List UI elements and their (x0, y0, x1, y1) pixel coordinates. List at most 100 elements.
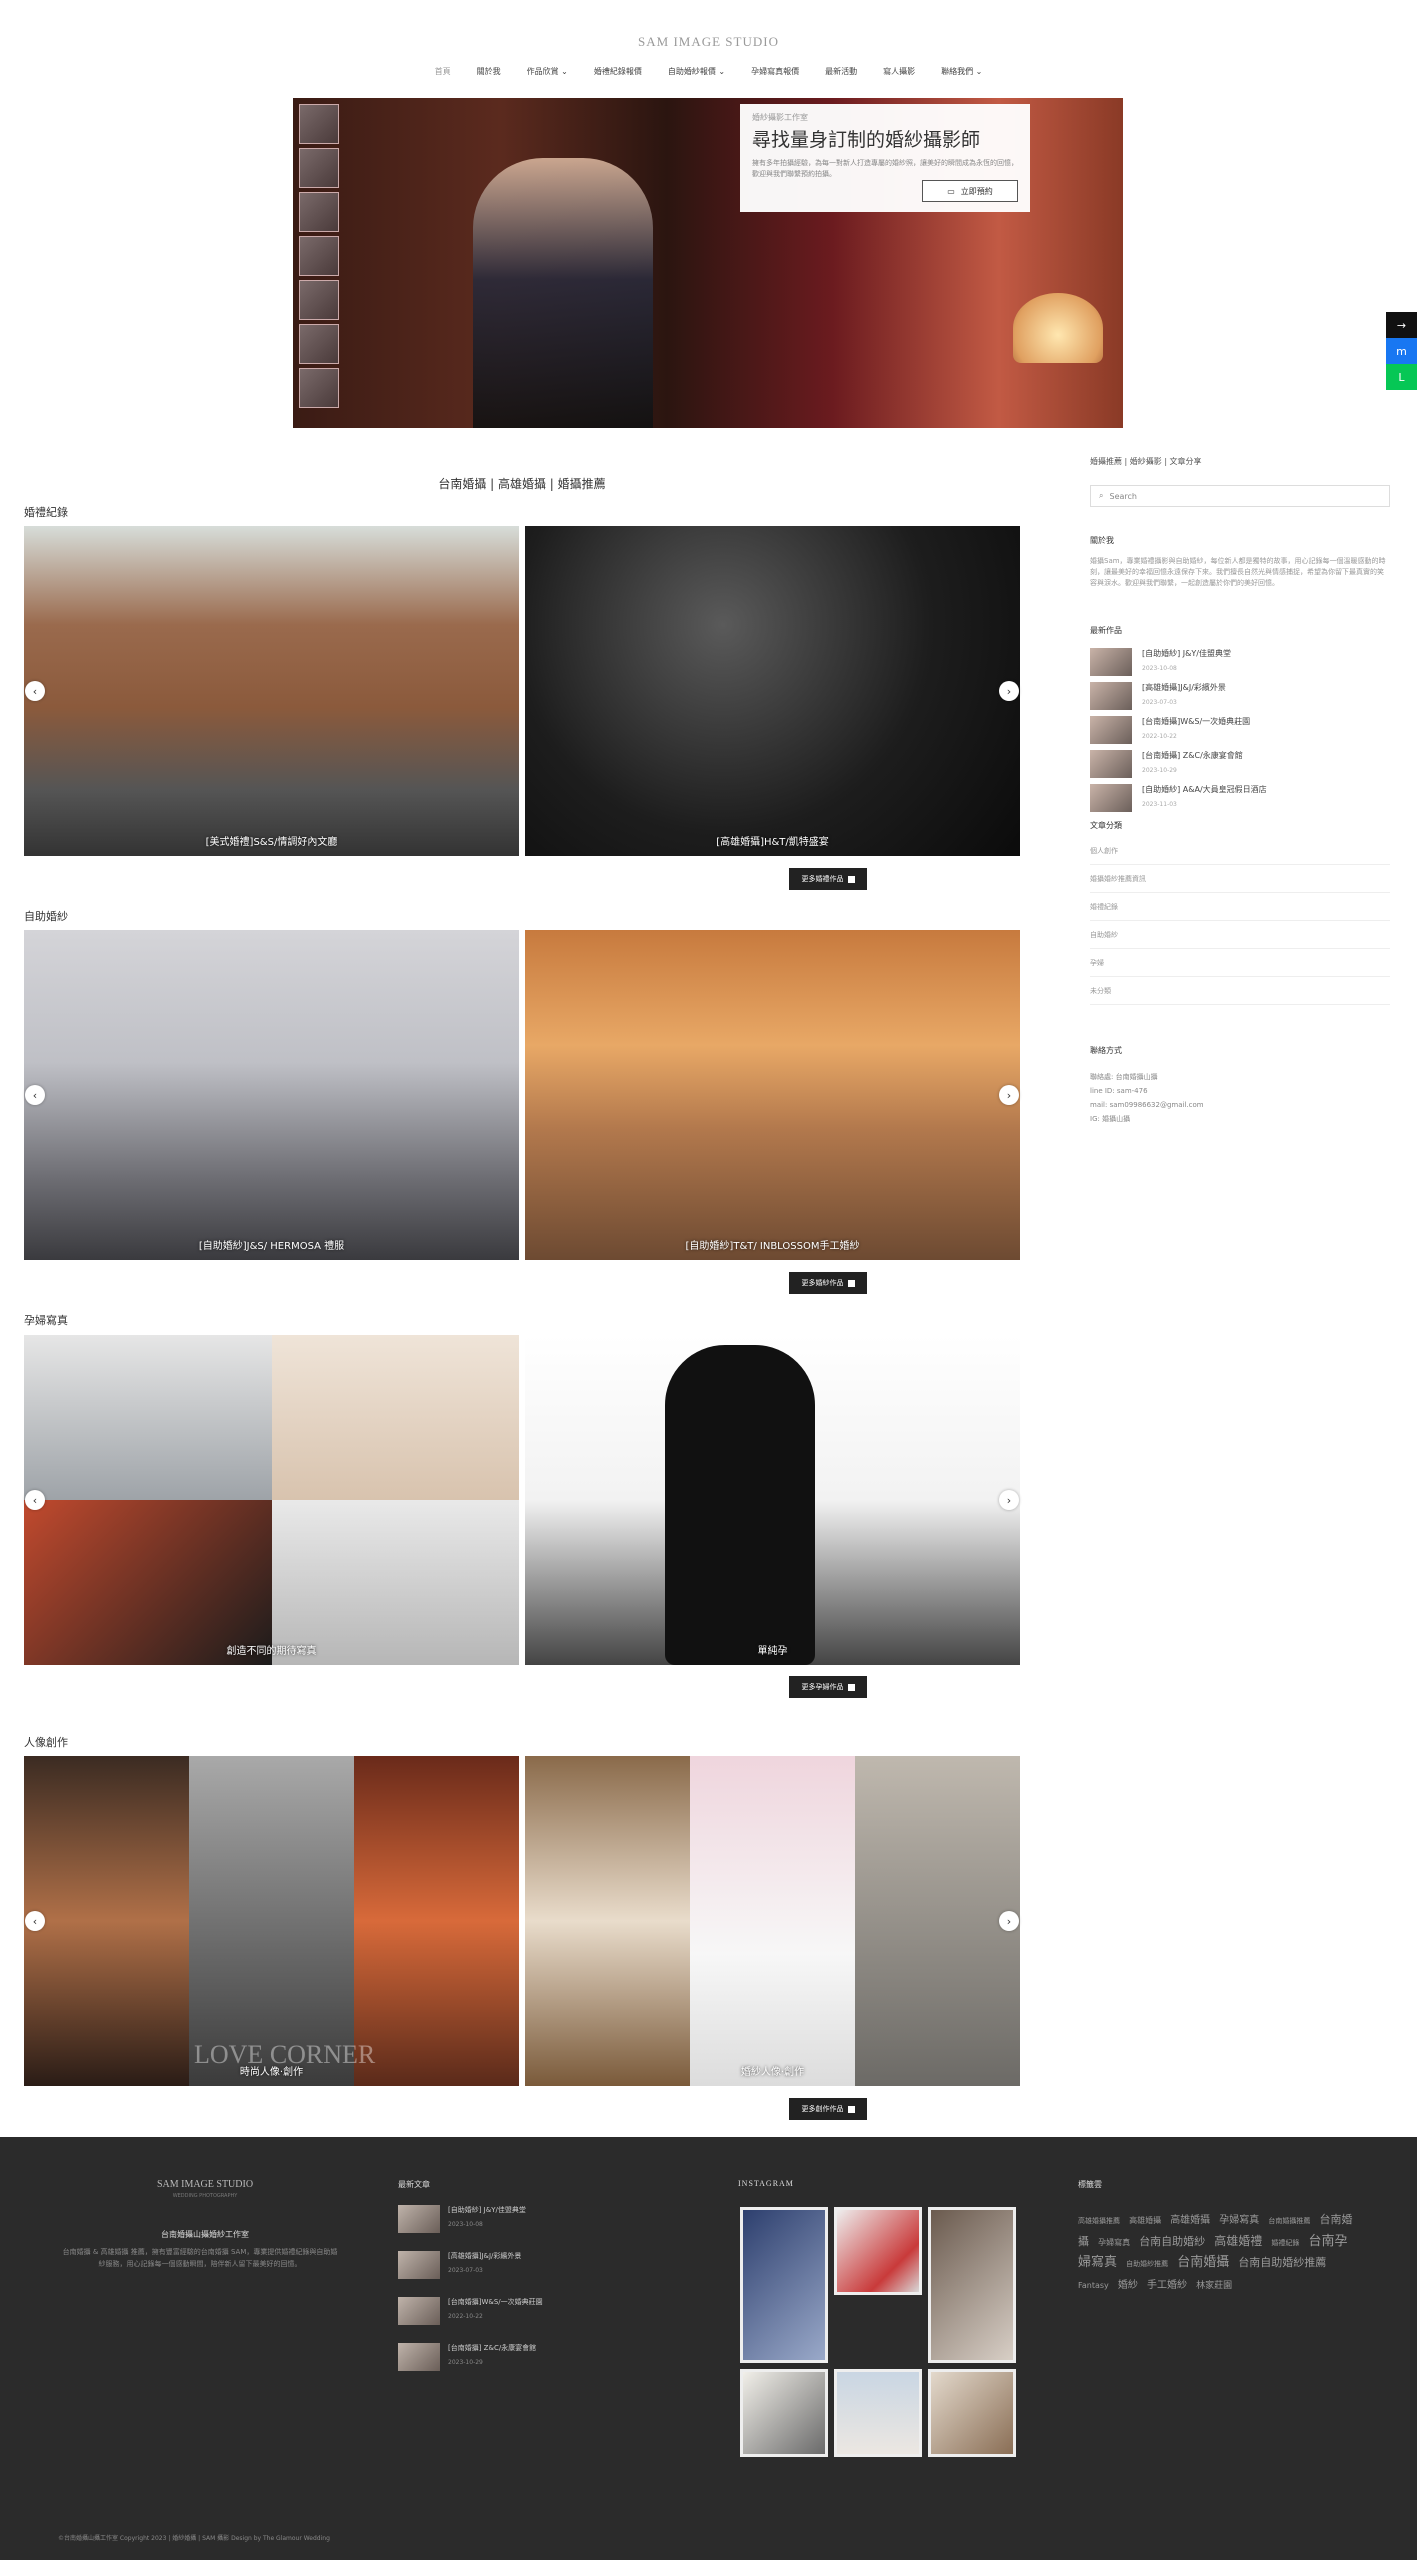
category-link[interactable]: 婚攝婚紗推薦資訊 (1090, 865, 1390, 893)
post-thumbnail (1090, 647, 1132, 676)
tag-link[interactable]: 高雄婚禮 (1214, 2234, 1262, 2248)
instagram-photo[interactable] (740, 2207, 828, 2363)
tag-link[interactable]: 台南婚攝推薦 (1268, 2217, 1310, 2225)
instagram-photo[interactable] (928, 2207, 1016, 2363)
nav-item-wedding-price[interactable]: 婚禮紀錄報價 (594, 66, 642, 77)
nav-item-about[interactable]: 關於我 (477, 66, 501, 77)
search-input[interactable]: ⌕ Search (1090, 485, 1390, 507)
tag-link[interactable]: 林家莊園 (1196, 2281, 1232, 2291)
instagram-photo[interactable] (740, 2369, 828, 2457)
search-placeholder: Search (1109, 491, 1137, 501)
chat-icon: ▭ (947, 186, 955, 196)
category-link[interactable]: 孕婦 (1090, 949, 1390, 977)
footer-logo[interactable]: SAM IMAGE STUDIO (110, 2179, 300, 2190)
recent-post[interactable]: [自助婚紗] J&Y/佳盟典堂 2023-10-08 (1090, 647, 1390, 682)
messenger-icon[interactable]: m (1386, 338, 1417, 364)
chevron-left-icon[interactable]: ‹ (25, 681, 45, 701)
nav-item-prewedding-price[interactable]: 自助婚紗報價 ⌄ (668, 66, 725, 77)
hero-couple-photo (473, 158, 653, 428)
chevron-left-icon[interactable]: ‹ (25, 1490, 45, 1510)
more-wedding-label: 更多婚禮作品 (801, 875, 844, 883)
hero-thumbnail[interactable] (299, 280, 339, 320)
hero-thumbnail[interactable] (299, 236, 339, 276)
tag-link[interactable]: 台南自助婚紗 (1139, 2235, 1205, 2248)
tag-link[interactable]: Fantasy (1078, 2281, 1109, 2290)
hero-thumbnail-strip[interactable] (299, 104, 339, 422)
footer-tags-title: 標籤雲 (1078, 2180, 1102, 2189)
category-link[interactable]: 個人創作 (1090, 837, 1390, 865)
category-link[interactable]: 未分類 (1090, 977, 1390, 1005)
recent-post[interactable]: [高雄婚攝]J&J/彩繽外景 2023-07-03 (1090, 681, 1390, 716)
chevron-right-icon[interactable]: › (999, 681, 1019, 701)
category-link[interactable]: 婚禮紀錄 (1090, 893, 1390, 921)
footer-post[interactable]: [台南婚攝]W&S/一次婚典莊園 2022-10-22 (398, 2297, 658, 2343)
gallery-item[interactable]: [自助婚紗]J&S/ HERMOSA 禮服 (24, 930, 519, 1260)
gallery-item[interactable]: 婚紗人像·創作 (525, 1756, 1020, 2086)
footer-post[interactable]: [台南婚攝] Z&C/永康宴會館 2023-10-29 (398, 2343, 658, 2389)
more-portrait-button[interactable]: 更多創作作品 (789, 2098, 867, 2120)
footer-post[interactable]: [高雄婚攝]J&J/彩繽外景 2023-07-03 (398, 2251, 658, 2297)
post-thumbnail (398, 2205, 440, 2233)
hero-thumbnail[interactable] (299, 324, 339, 364)
tag-link[interactable]: 孕婦寫真 (1219, 2215, 1259, 2226)
arrow-right-icon[interactable]: → (1386, 312, 1417, 338)
tag-link[interactable]: 孕婦寫真 (1098, 2238, 1130, 2247)
site-logo[interactable]: SAM IMAGE STUDIO (0, 34, 1417, 50)
tag-link[interactable]: 高雄婚攝 (1170, 2215, 1210, 2226)
hero-thumbnail[interactable] (299, 148, 339, 188)
more-prewedding-button[interactable]: 更多婚紗作品 (789, 1272, 867, 1294)
nav-item-home[interactable]: 首頁 (435, 66, 451, 77)
tag-link[interactable]: 高雄婚攝推薦 (1078, 2217, 1120, 2225)
hero-booking-button[interactable]: ▭ 立即預約 (922, 180, 1018, 202)
instagram-photo[interactable] (834, 2369, 922, 2457)
chevron-right-icon[interactable]: › (999, 1490, 1019, 1510)
maternity-silhouette (665, 1345, 815, 1665)
category-title-portrait: 人像創作 (24, 1736, 68, 1749)
post-thumbnail (398, 2297, 440, 2325)
hero-thumbnail[interactable] (299, 192, 339, 232)
recent-post[interactable]: [台南婚攝] Z&C/永康宴會館 2023-10-29 (1090, 749, 1390, 784)
nav-item-events[interactable]: 最新活動 (825, 66, 857, 77)
sidebar-top-links[interactable]: 婚攝推薦 | 婚紗攝影 | 文章分享 (1090, 456, 1390, 467)
nav-item-portrait[interactable]: 寫人攝影 (883, 66, 915, 77)
more-portrait-label: 更多創作作品 (801, 2105, 844, 2113)
gallery-item[interactable]: LOVE CORNER 時尚人像·創作 (24, 1756, 519, 2086)
gallery-item[interactable]: [自助婚紗]T&T/ INBLOSSOM手工婚紗 (525, 930, 1020, 1260)
hero-thumbnail[interactable] (299, 104, 339, 144)
chevron-right-icon[interactable]: › (999, 1085, 1019, 1105)
gallery-item[interactable]: [高雄婚攝]H&T/凱特盛宴 (525, 526, 1020, 856)
tag-link[interactable]: 高雄婚攝 (1129, 2216, 1161, 2225)
chevron-left-icon[interactable]: ‹ (25, 1911, 45, 1931)
instagram-photo[interactable] (928, 2369, 1016, 2457)
tag-link[interactable]: 婚禮紀錄 (1271, 2239, 1299, 2247)
tag-link[interactable]: 台南婚攝 (1177, 2255, 1229, 2270)
recent-post[interactable]: [自助婚紗] A&A/大員皇冠假日酒店 2023-11-03 (1090, 783, 1390, 818)
hero-thumbnail[interactable] (299, 368, 339, 408)
footer-post[interactable]: [自助婚紗] J&Y/佳盟典堂 2023-10-08 (398, 2205, 658, 2251)
tag-link[interactable]: 婚紗 (1118, 2280, 1138, 2291)
line-icon[interactable]: L (1386, 364, 1417, 390)
footer-description: 台南婚攝 & 高雄婚攝 推薦，擁有豐富經驗的台南婚攝 SAM，專業提供婚禮紀錄與… (62, 2248, 338, 2268)
footer-latest-title: 最新文章 (398, 2180, 430, 2189)
nav-item-contact[interactable]: 聯絡我們 ⌄ (941, 66, 982, 77)
gallery-item[interactable]: [美式婚禮]S&S/情調好內文廳 (24, 526, 519, 856)
hero-title: 尋找量身訂制的婚紗攝影師 (752, 129, 981, 151)
chevron-left-icon[interactable]: ‹ (25, 1085, 45, 1105)
nav-item-maternity-price[interactable]: 孕婦寫真報價 (751, 66, 799, 77)
instagram-photo[interactable] (834, 2207, 922, 2295)
post-thumbnail (1090, 749, 1132, 778)
gallery-item[interactable]: 單純孕 (525, 1335, 1020, 1665)
footer-instagram-title: INSTAGRAM (738, 2179, 794, 2188)
recent-post[interactable]: [台南婚攝]W&S/一次婚典莊園 2022-10-22 (1090, 715, 1390, 750)
more-maternity-button[interactable]: 更多孕婦作品 (789, 1676, 867, 1698)
hero-caption-box: 婚紗攝影工作室 尋找量身訂制的婚紗攝影師 擁有多年拍攝經驗，為每一對新人打造專屬… (740, 104, 1030, 212)
chevron-right-icon[interactable]: › (999, 1911, 1019, 1931)
tag-link[interactable]: 台南自助婚紗推薦 (1238, 2256, 1326, 2269)
gallery-item[interactable]: 創造不同的期待寫真 (24, 1335, 519, 1665)
more-wedding-button[interactable]: 更多婚禮作品 (789, 868, 867, 890)
tag-link[interactable]: 自助婚紗推薦 (1126, 2260, 1168, 2268)
category-title-prewedding: 自助婚紗 (24, 910, 68, 923)
tag-link[interactable]: 手工婚紗 (1147, 2280, 1187, 2291)
category-link[interactable]: 自助婚紗 (1090, 921, 1390, 949)
nav-item-portfolio[interactable]: 作品欣賞 ⌄ (527, 66, 568, 77)
